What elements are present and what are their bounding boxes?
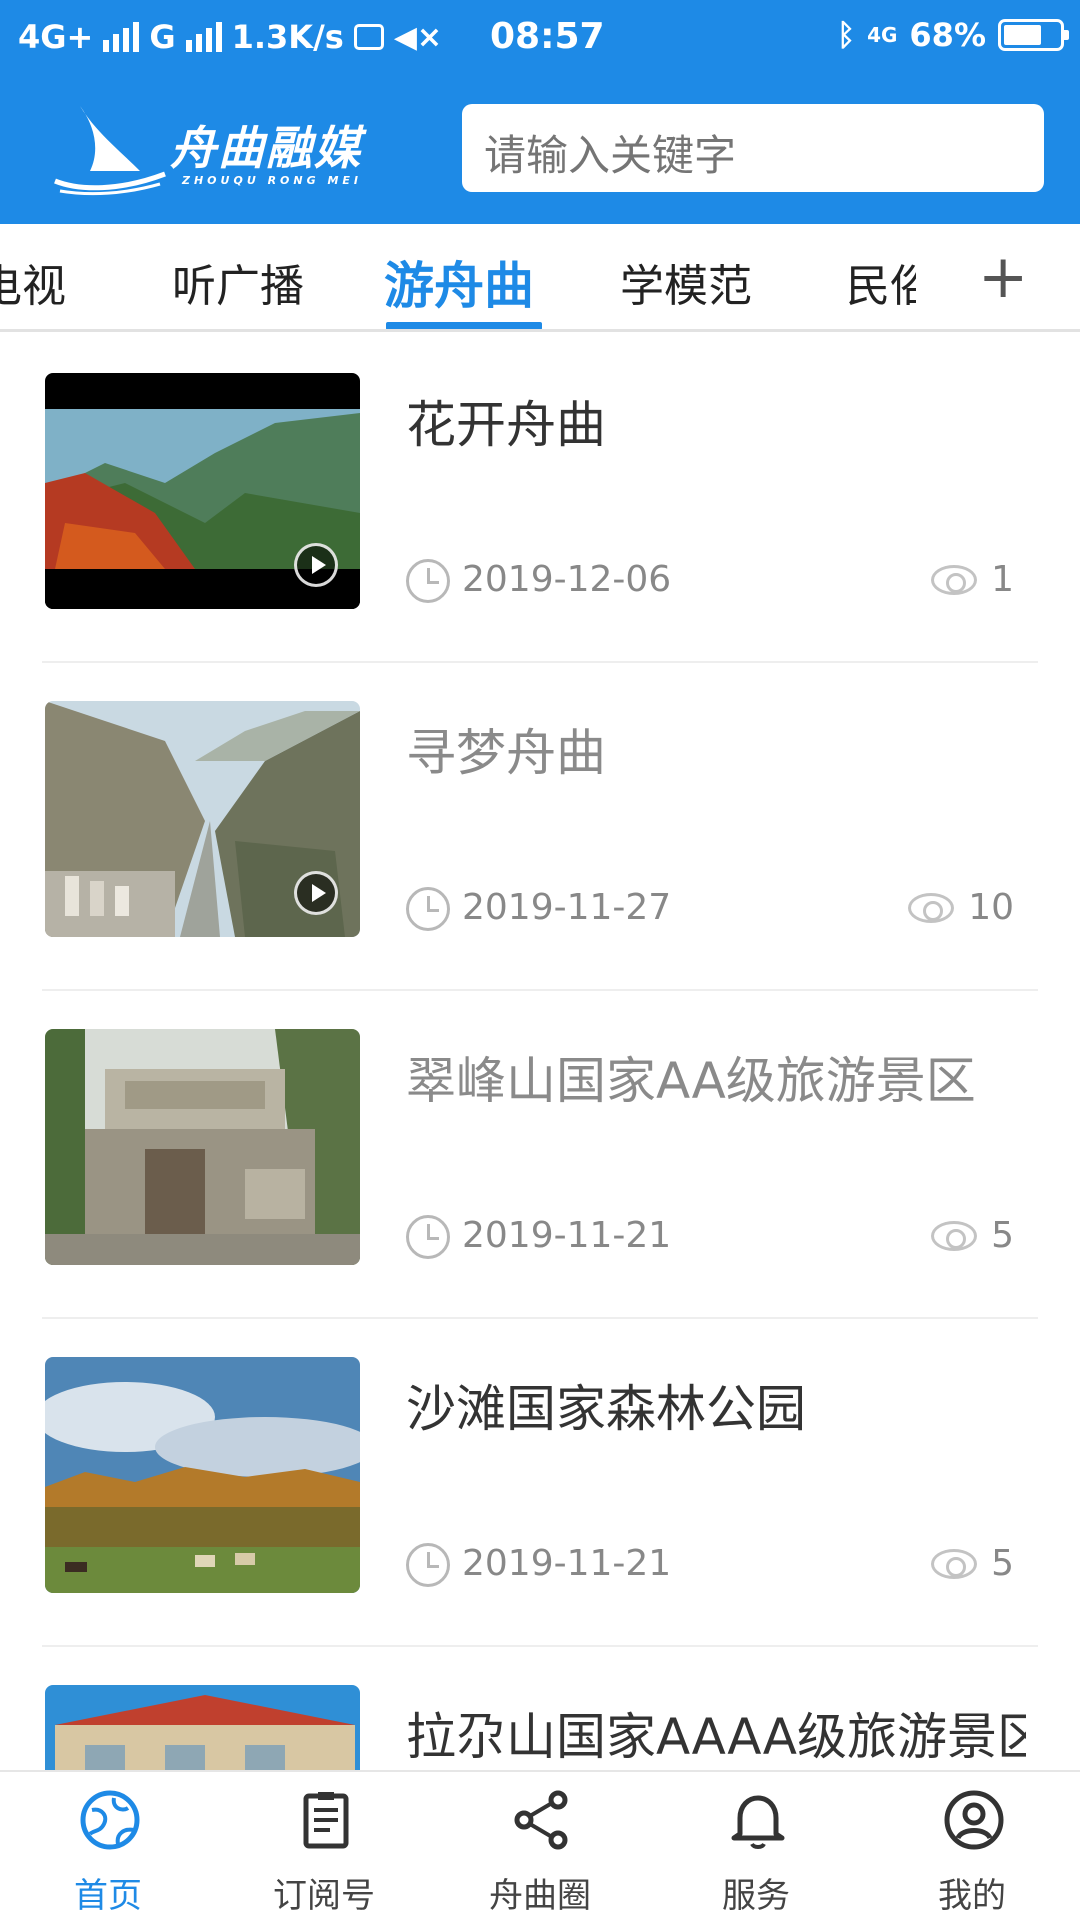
view-count-value: 5 [991,1215,1014,1256]
bell-icon [731,1795,785,1849]
item-meta: 2019-11-21 5 [406,1213,1026,1263]
view-count-value: 5 [991,1543,1014,1584]
app-logo[interactable]: 舟曲融媒 ZHOUQU RONG MEI [50,96,380,196]
article-thumbnail[interactable] [45,1029,360,1265]
item-title: 翠峰山国家AA级旅游景区 [406,1052,976,1110]
item-date: 2019-11-27 [462,887,672,928]
logo-text: 舟曲融媒 [170,121,362,175]
item-date: 2019-12-06 [462,559,672,600]
tab-radio[interactable]: 听广播 [172,250,304,314]
network-type-2: G [149,18,176,56]
tab-folk[interactable]: 民俗 [846,250,916,314]
bluetooth-icon: ᛒ [837,17,856,53]
list-item[interactable]: 花开舟曲 2019-12-06 1 [0,335,1080,663]
nav-services[interactable]: 服务 [648,1772,864,1920]
nav-profile[interactable]: 我的 [864,1772,1080,1920]
logo-subtext: ZHOUQU RONG MEI [182,174,363,187]
item-meta: 2019-11-27 10 [406,885,1026,935]
nav-label: 我的 [938,1876,1006,1916]
network-type-3: 4G [867,23,898,47]
clock-icon [406,559,450,603]
nav-label: 服务 [722,1876,790,1916]
item-date: 2019-11-21 [462,1543,672,1584]
item-meta: 2019-11-21 5 [406,1541,1026,1591]
play-icon [294,871,338,915]
globe-icon [80,1790,140,1850]
mute-icon: ◀× [393,19,443,55]
document-icon [303,1792,349,1849]
signal-strength-icon [103,22,140,52]
list-item[interactable]: 拉尕山国家AAAA级旅游景区 [0,1647,1080,1770]
view-count-value: 10 [968,887,1014,928]
item-title: 沙滩国家森林公园 [406,1380,806,1438]
forest-park-image [45,1357,360,1593]
article-thumbnail[interactable] [45,1357,360,1593]
article-thumbnail[interactable] [45,1685,360,1770]
bottom-navigation: 首页 订阅号 舟曲圈 服务 我的 [0,1770,1080,1920]
network-speed: 1.3K/s [231,18,344,56]
nav-home[interactable]: 首页 [0,1772,216,1920]
video-thumbnail[interactable] [45,373,360,609]
clock-icon [406,1543,450,1587]
clock-icon [406,1215,450,1259]
play-icon [294,543,338,587]
list-item[interactable]: 寻梦舟曲 2019-11-27 10 [0,663,1080,991]
share-icon [514,1790,568,1850]
video-thumbnail[interactable] [45,701,360,937]
battery-icon [998,19,1069,51]
item-title: 寻梦舟曲 [406,724,606,782]
temple-gate-image [45,1029,360,1265]
nav-subscriptions[interactable]: 订阅号 [216,1772,432,1920]
tab-tv[interactable]: 电视 [0,250,66,314]
article-list: 花开舟曲 2019-12-06 1 寻梦舟曲 2019-11-27 10 翠峰山… [0,335,1080,1770]
nav-label: 订阅号 [273,1876,375,1916]
list-item[interactable]: 翠峰山国家AA级旅游景区 2019-11-21 5 [0,991,1080,1319]
user-icon [944,1790,1004,1850]
eye-icon [908,892,955,923]
eye-icon [931,1548,978,1579]
nav-label: 首页 [74,1876,142,1916]
nav-circle[interactable]: 舟曲圈 [432,1772,648,1920]
clock-time: 08:57 [490,16,605,57]
view-count: 1 [931,559,1014,600]
battery-percent: 68% [909,16,986,54]
eye-icon [931,1220,978,1251]
item-meta: 2019-12-06 1 [406,557,1026,607]
network-type-1: 4G+ [18,18,94,56]
view-count-value: 1 [991,559,1014,600]
item-title: 花开舟曲 [406,396,606,454]
app-header: 4G+ G 1.3K/s ◀× 08:57 ᛒ 4G 68% 舟曲融媒 ZHOU… [0,0,1080,224]
view-count: 5 [931,1215,1014,1256]
nav-label: 舟曲圈 [489,1876,591,1916]
clock-icon [406,887,450,931]
eye-icon [931,564,978,595]
add-tab-button[interactable]: + [978,242,1028,312]
sail-logo-icon [54,106,166,196]
tab-tour[interactable]: 游舟曲 [384,246,534,318]
item-title: 拉尕山国家AAAA级旅游景区 [406,1708,1026,1766]
resort-building-image [45,1685,360,1770]
view-count: 10 [908,887,1014,928]
view-count: 5 [931,1543,1014,1584]
vivo-icon [353,24,384,50]
list-item[interactable]: 沙滩国家森林公园 2019-11-21 5 [0,1319,1080,1647]
category-tabs: 电视 听广播 游舟曲 学模范 民俗 + [0,224,1080,332]
item-date: 2019-11-21 [462,1215,672,1256]
search-input[interactable] [462,104,1044,192]
signal-strength-icon-2 [185,22,222,52]
status-bar: 4G+ G 1.3K/s ◀× 08:57 ᛒ 4G 68% [0,0,1080,74]
tab-models[interactable]: 学模范 [620,250,752,314]
active-tab-indicator [386,322,542,329]
app-screen: 4G+ G 1.3K/s ◀× 08:57 ᛒ 4G 68% 舟曲融媒 ZHOU… [0,0,1080,1920]
